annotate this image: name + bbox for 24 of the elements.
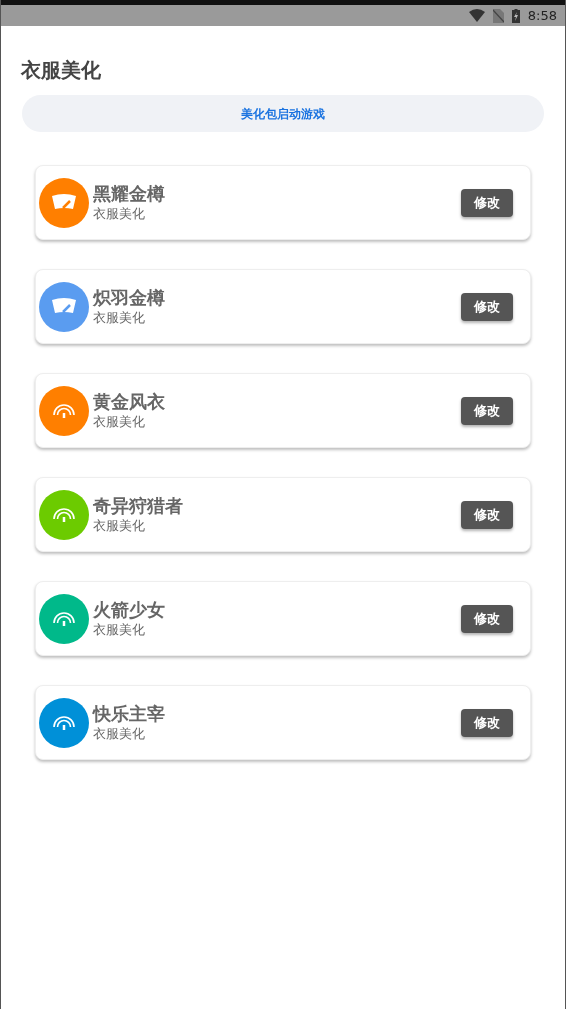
battery-icon <box>511 8 520 23</box>
modify-button[interactable]: 修改 <box>461 188 513 217</box>
item-subtitle: 衣服美化 <box>93 309 146 326</box>
page-title: 衣服美化 <box>21 57 102 83</box>
modify-button[interactable]: 修改 <box>461 604 513 633</box>
launch-game-button[interactable]: 美化包启动游戏 <box>22 95 544 132</box>
item-name: 奇异狩猎者 <box>93 495 184 517</box>
item-subtitle: 衣服美化 <box>93 413 146 430</box>
modify-button[interactable]: 修改 <box>461 708 513 737</box>
item-subtitle: 衣服美化 <box>93 725 146 742</box>
wifi-icon <box>468 9 485 22</box>
clock: 8:58 <box>527 6 557 25</box>
item-subtitle: 衣服美化 <box>93 205 146 222</box>
item-name: 火箭少女 <box>93 599 166 621</box>
no-sim-icon <box>492 8 504 23</box>
item-subtitle: 衣服美化 <box>93 517 146 534</box>
item-subtitle: 衣服美化 <box>93 621 146 638</box>
item-name: 黄金风衣 <box>93 391 166 413</box>
item-name: 炽羽金樽 <box>93 287 166 309</box>
modify-button[interactable]: 修改 <box>461 396 513 425</box>
modify-button[interactable]: 修改 <box>461 292 513 321</box>
modify-button[interactable]: 修改 <box>461 500 513 529</box>
item-name: 黑耀金樽 <box>93 183 166 205</box>
item-name: 快乐主宰 <box>93 703 166 725</box>
